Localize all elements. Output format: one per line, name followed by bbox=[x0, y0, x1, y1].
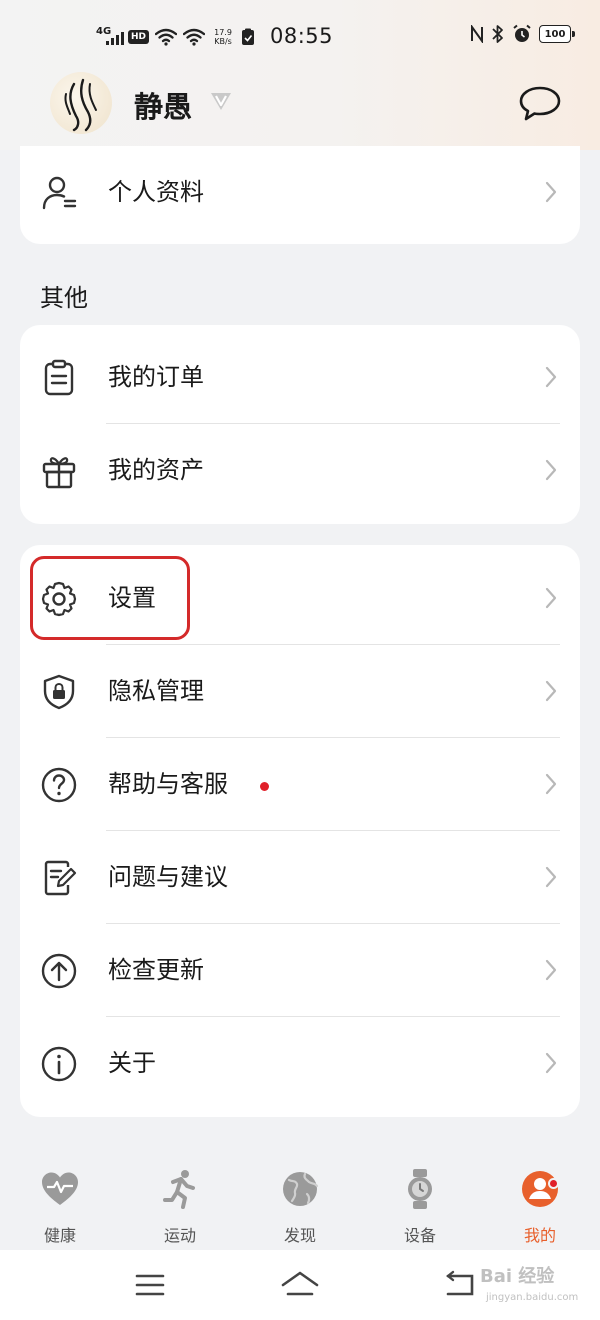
hd-badge: HD bbox=[128, 30, 150, 44]
gift-icon bbox=[42, 457, 76, 489]
heart-icon bbox=[42, 1172, 78, 1205]
network-speed: 17.9 KB/s bbox=[211, 28, 235, 46]
nav-item-me[interactable]: 我的 bbox=[500, 1168, 580, 1248]
nav-label: 运动 bbox=[163, 1226, 196, 1245]
clipboard-status-icon bbox=[242, 28, 255, 45]
arrow-up-circle-icon bbox=[41, 953, 77, 989]
cellular-signal-icon: 4G bbox=[96, 26, 124, 48]
menu-item-about[interactable]: 关于 bbox=[20, 1017, 580, 1110]
menu-item-label: 帮助与客服 bbox=[108, 770, 228, 798]
notification-dot bbox=[260, 782, 269, 791]
menu-item-label: 我的资产 bbox=[108, 456, 204, 484]
bluetooth-icon bbox=[492, 25, 503, 43]
highlight-annotation bbox=[30, 556, 190, 640]
info-icon bbox=[41, 1046, 77, 1082]
question-icon bbox=[41, 767, 77, 803]
menu-item-label: 隐私管理 bbox=[108, 677, 204, 705]
other-card: 我的订单 我的资产 bbox=[20, 325, 580, 524]
status-left: 4G HD 17.9 KB/s bbox=[96, 24, 255, 50]
profile-header: 静愚 bbox=[0, 70, 600, 146]
menu-item-feedback[interactable]: 问题与建议 bbox=[20, 831, 580, 924]
watermark: Bai 经验 bbox=[480, 1266, 555, 1287]
menu-item-help[interactable]: 帮助与客服 bbox=[20, 738, 580, 831]
clipboard-icon bbox=[44, 359, 74, 396]
wifi-icon bbox=[155, 28, 178, 46]
menu-item-privacy[interactable]: 隐私管理 bbox=[20, 645, 580, 738]
nav-item-discover[interactable]: 发现 bbox=[260, 1168, 340, 1248]
nfc-icon bbox=[471, 25, 483, 43]
wifi-secondary-icon bbox=[183, 28, 206, 46]
alarm-icon bbox=[513, 24, 531, 42]
edit-note-icon bbox=[44, 860, 77, 896]
chevron-right-icon bbox=[545, 181, 557, 203]
menu-item-label: 个人资料 bbox=[108, 178, 204, 206]
chevron-right-icon bbox=[545, 680, 557, 702]
chevron-right-icon bbox=[545, 587, 557, 609]
battery-icon: 100 bbox=[539, 25, 575, 43]
menu-item-check-update[interactable]: 检查更新 bbox=[20, 924, 580, 1017]
menu-item-label: 我的订单 bbox=[108, 363, 204, 391]
shield-lock-icon bbox=[43, 674, 75, 710]
watch-icon bbox=[408, 1169, 432, 1209]
username[interactable]: 静愚 bbox=[134, 84, 192, 126]
status-right: 100 bbox=[470, 24, 575, 44]
avatar-art-icon bbox=[64, 78, 97, 132]
menu-item-label: 检查更新 bbox=[108, 956, 204, 984]
speed-value: 17.9 bbox=[214, 28, 232, 37]
nav-item-health[interactable]: 健康 bbox=[20, 1168, 100, 1248]
menu-item-my-assets[interactable]: 我的资产 bbox=[20, 424, 580, 517]
section-title-other: 其他 bbox=[40, 284, 88, 312]
nav-label: 发现 bbox=[283, 1226, 316, 1245]
back-icon[interactable] bbox=[442, 1268, 478, 1302]
clock: 08:55 bbox=[270, 24, 334, 48]
nav-item-exercise[interactable]: 运动 bbox=[140, 1168, 220, 1248]
chevron-right-icon bbox=[545, 1052, 557, 1074]
avatar[interactable] bbox=[50, 72, 112, 134]
chevron-right-icon bbox=[545, 773, 557, 795]
message-icon[interactable] bbox=[518, 84, 562, 124]
menu-item-label: 问题与建议 bbox=[108, 863, 228, 891]
vip-badge-icon bbox=[211, 93, 231, 110]
nav-label: 我的 bbox=[523, 1226, 556, 1245]
bottom-nav: 健康 运动 发现 设备 我的 bbox=[0, 1150, 600, 1250]
person-icon bbox=[42, 176, 77, 210]
menu-item-label: 关于 bbox=[108, 1049, 156, 1077]
chevron-right-icon bbox=[545, 459, 557, 481]
nav-label: 设备 bbox=[403, 1226, 436, 1245]
profile-icon bbox=[522, 1171, 558, 1207]
watermark-url: jingyan.baidu.com bbox=[486, 1292, 579, 1303]
menu-item-personal-info[interactable]: 个人资料 bbox=[20, 146, 580, 239]
chevron-right-icon bbox=[545, 366, 557, 388]
chevron-right-icon bbox=[545, 959, 557, 981]
menu-icon[interactable] bbox=[132, 1268, 168, 1302]
profile-card: 个人资料 bbox=[20, 146, 580, 244]
running-icon bbox=[163, 1170, 195, 1209]
menu-item-my-orders[interactable]: 我的订单 bbox=[20, 331, 580, 424]
status-bar: 4G HD 17.9 KB/s 08:55 100 bbox=[0, 0, 600, 74]
home-icon[interactable] bbox=[280, 1268, 320, 1302]
speed-unit: KB/s bbox=[214, 37, 232, 46]
notification-dot bbox=[548, 1178, 559, 1189]
nav-item-devices[interactable]: 设备 bbox=[380, 1168, 460, 1248]
nav-label: 健康 bbox=[43, 1226, 76, 1245]
globe-icon bbox=[283, 1172, 319, 1206]
chevron-right-icon bbox=[545, 866, 557, 888]
